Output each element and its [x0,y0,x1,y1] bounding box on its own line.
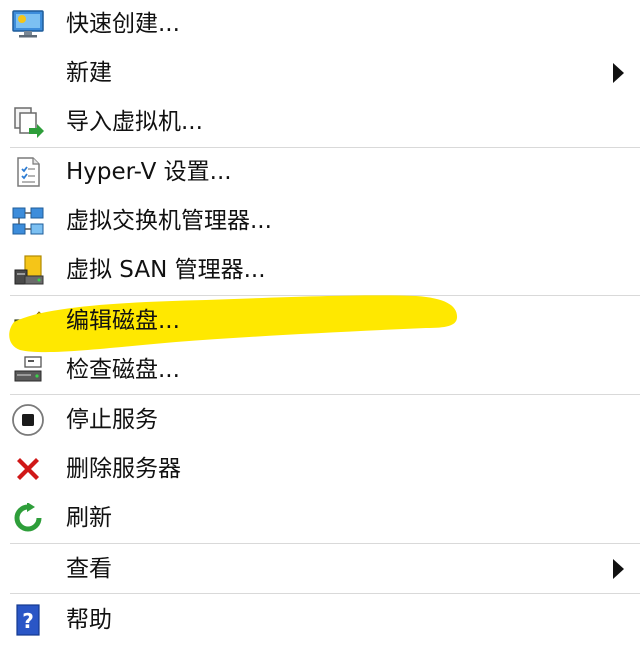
menu-item-label: 新建 [66,60,112,86]
menu-item-label: Hyper-V 设置... [66,159,232,185]
menu-item-help[interactable]: ? 帮助 [0,596,640,644]
svg-text:?: ? [22,609,34,633]
menu-item-label: 停止服务 [66,407,158,433]
menu-item-view[interactable]: 查看 [0,545,640,593]
menu-item-label: 查看 [66,556,112,582]
menu-item-label: 快速创建... [66,11,180,37]
help-icon: ? [10,604,46,636]
menu-item-label: 编辑磁盘... [66,308,180,334]
menu-item-label: 虚拟 SAN 管理器... [66,257,266,283]
inspect-disk-icon [10,354,46,386]
menu-item-delete-server[interactable]: 删除服务器 [0,445,640,493]
submenu-arrow-icon [613,559,624,579]
delete-server-icon [10,453,46,485]
menu-item-virtual-san-manager[interactable]: 虚拟 SAN 管理器... [0,246,640,294]
menu-item-label: 虚拟交换机管理器... [66,208,272,234]
menu-separator [10,543,640,544]
hyperv-settings-icon [10,156,46,188]
import-vm-icon [10,106,46,138]
menu-item-label: 删除服务器 [66,456,181,482]
menu-item-label: 检查磁盘... [66,357,180,383]
quick-create-icon [10,8,46,40]
menu-item-label: 帮助 [66,607,112,633]
menu-item-hyperv-settings[interactable]: Hyper-V 设置... [0,148,640,196]
menu-item-quick-create[interactable]: 快速创建... [0,0,640,48]
refresh-icon [10,502,46,534]
menu-item-virtual-switch-manager[interactable]: 虚拟交换机管理器... [0,197,640,245]
submenu-arrow-icon [613,63,624,83]
virtual-san-manager-icon [10,254,46,286]
menu-item-import-vm[interactable]: 导入虚拟机... [0,98,640,146]
menu-item-new[interactable]: 新建 [0,49,640,97]
menu-item-label: 刷新 [66,505,112,531]
virtual-switch-manager-icon [10,205,46,237]
stop-service-icon [10,404,46,436]
menu-separator [10,394,640,395]
menu-item-refresh[interactable]: 刷新 [0,494,640,542]
menu-item-label: 导入虚拟机... [66,109,203,135]
menu-separator [10,593,640,594]
hyperv-context-menu: 快速创建... 新建 导入虚拟机... Hyper-V 设置... 虚拟交换机管… [0,0,640,654]
menu-item-stop-service[interactable]: 停止服务 [0,396,640,444]
